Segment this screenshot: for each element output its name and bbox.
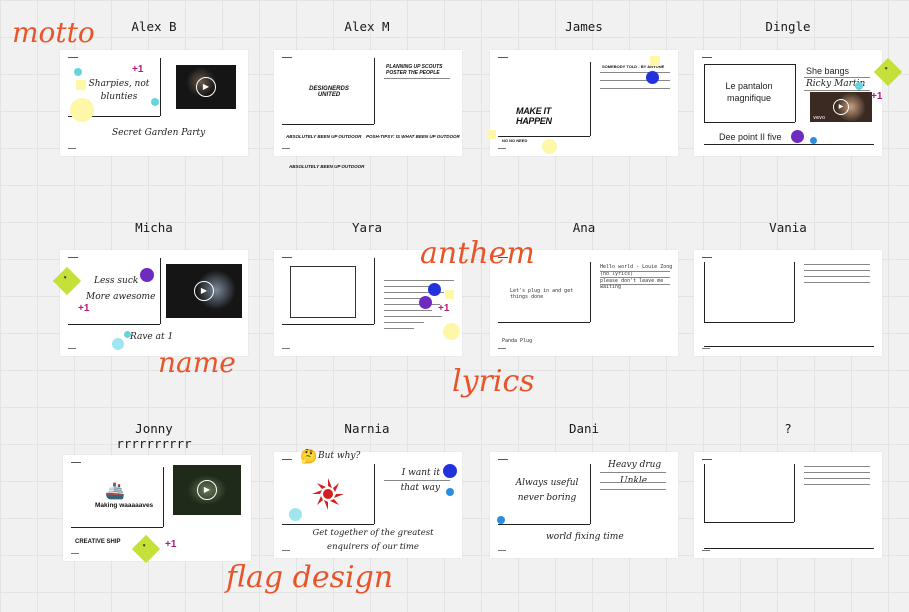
card-micha[interactable]: Less suck More awesome Rave at 1 ▶ +1 — [60, 250, 248, 356]
label-name: name — [158, 346, 236, 379]
card-title-unknown: ? — [784, 421, 792, 436]
anthem-text: I want it that way — [400, 468, 440, 493]
card-title-dingle: Dingle — [765, 19, 811, 34]
dot-marker[interactable] — [112, 338, 124, 350]
dot-marker[interactable] — [810, 137, 817, 144]
dot-marker[interactable] — [791, 130, 804, 143]
anthem-text: Hello world - Louie Zong — [600, 264, 673, 270]
card-subtitle-jonny: rrrrrrrrrr — [116, 436, 192, 451]
team-name-text: Panda Plug — [502, 338, 533, 344]
dot-marker[interactable] — [542, 139, 557, 154]
sticky-note[interactable] — [650, 56, 660, 66]
motto-text: MAKE IT HAPPEN — [516, 106, 552, 126]
motto-text: Less suck — [94, 276, 139, 286]
label-lyrics: lyrics — [452, 364, 535, 399]
video-thumbnail[interactable]: ▶ — [173, 465, 241, 515]
play-icon[interactable]: ▶ — [196, 77, 216, 97]
dot-marker[interactable] — [140, 268, 154, 282]
extra-text: ABSOLUTELY BEEN UP OUTDOOR — [289, 164, 365, 169]
team-name-text: NO NO NEED — [502, 138, 528, 143]
sticky-note[interactable] — [487, 130, 496, 139]
anthem-text: Heavy drug — [608, 460, 662, 470]
card-title-james: James — [565, 19, 603, 34]
vote-plus-one: +1 — [165, 539, 177, 550]
vevo-logo: vevo — [813, 115, 826, 121]
thinking-emoji: 🤔 — [300, 448, 318, 464]
motto-text: More awesome — [86, 292, 156, 302]
motto-text: Always useful never boring — [515, 478, 579, 503]
dot-marker[interactable] — [497, 516, 505, 524]
card-title-narnia: Narnia — [344, 421, 390, 436]
team-name-text: ABSOLUTELY BEEN UP OUTDOOR — [286, 134, 362, 139]
card-title-alex-b: Alex B — [131, 19, 177, 34]
motto-text: Let's plug in and get things done — [510, 288, 574, 300]
card-narnia[interactable]: I want it that way Get together of the g… — [274, 452, 462, 558]
play-icon[interactable]: ▶ — [194, 281, 214, 301]
dot-marker[interactable] — [70, 98, 94, 122]
team-name-text: CREATIVE SHIP — [75, 539, 121, 545]
card-dingle[interactable]: Le pantalon magnifique She bangs Ricky M… — [694, 50, 882, 156]
label-flag-design: flag design — [226, 560, 394, 595]
dot-marker[interactable] — [419, 296, 432, 309]
team-name-text: Rave at 1 — [130, 332, 174, 342]
dot-marker[interactable] — [151, 98, 159, 106]
team-name-text: Get together of the greatest enquirers o… — [312, 528, 434, 552]
card-title-dani: Dani — [568, 421, 600, 436]
vote-plus-one: +1 — [132, 64, 144, 75]
card-alex-m[interactable]: DESIGNERDS UNITED PLANNING UP SCOUTS POS… — [274, 50, 462, 156]
dot-marker[interactable] — [124, 331, 131, 338]
motto-text: Making waaaaaves — [95, 502, 154, 509]
card-dani[interactable]: Always useful never boring Heavy drug Un… — [490, 452, 678, 558]
vote-plus-one: +1 — [871, 91, 883, 102]
sticky-note[interactable] — [445, 290, 454, 299]
sticky-note[interactable] — [76, 80, 86, 90]
motto-text: Le pantalon magnifique — [725, 81, 773, 103]
card-unknown[interactable] — [694, 452, 882, 558]
motto-text: Sharpies, not blunties — [88, 79, 150, 102]
play-icon[interactable]: ▶ — [197, 480, 217, 500]
card-title-ana: Ana — [572, 220, 596, 235]
dot-marker[interactable] — [855, 82, 863, 90]
video-thumbnail[interactable]: ▶ — [176, 65, 236, 109]
question-text: But why? — [318, 451, 361, 461]
dot-marker[interactable] — [446, 488, 454, 496]
card-vania[interactable] — [694, 250, 882, 356]
ship-icon: 🚢 — [105, 483, 125, 500]
vote-plus-one: +1 — [438, 303, 450, 314]
anthem-text: SOMEBODY TOLD - BY ANYONE — [602, 64, 665, 69]
image-placeholder — [290, 266, 356, 318]
card-title-micha: Micha — [135, 220, 173, 235]
dot-marker[interactable] — [74, 68, 82, 76]
label-anthem: anthem — [420, 236, 535, 271]
dot-marker[interactable] — [443, 464, 457, 478]
anthem-text: She bangs — [806, 66, 850, 76]
label-motto: motto — [12, 16, 95, 49]
team-name-text: world fixing time — [546, 532, 624, 542]
motto-text: DESIGNERDS UNITED — [309, 86, 349, 98]
dot-marker[interactable] — [289, 508, 302, 521]
dot-marker[interactable] — [646, 71, 659, 84]
lyrics-text: POSH-TIPSY: IS WHAT BEEN UP OUTDOOR — [366, 134, 460, 139]
dot-marker[interactable] — [428, 283, 441, 296]
video-thumbnail[interactable]: ▶ — [166, 264, 242, 318]
team-name-text: Secret Garden Party — [112, 128, 206, 138]
dot-marker[interactable] — [443, 323, 460, 340]
anthem-artist: Unkle — [620, 476, 648, 486]
card-title-vania: Vania — [769, 220, 807, 235]
card-title-jonny: Jonny — [135, 421, 173, 436]
card-title-alex-m: Alex M — [344, 19, 390, 34]
flag-emblem — [312, 478, 344, 510]
vote-plus-one: +1 — [78, 303, 90, 314]
video-thumbnail[interactable]: ▶ vevo — [810, 92, 872, 122]
team-name-text: Dee point II five — [719, 132, 782, 142]
play-icon[interactable]: ▶ — [833, 99, 849, 115]
anthem-text: PLANNING UP SCOUTS POSTER THE PEOPLE — [386, 64, 443, 76]
card-title-yara: Yara — [351, 220, 383, 235]
